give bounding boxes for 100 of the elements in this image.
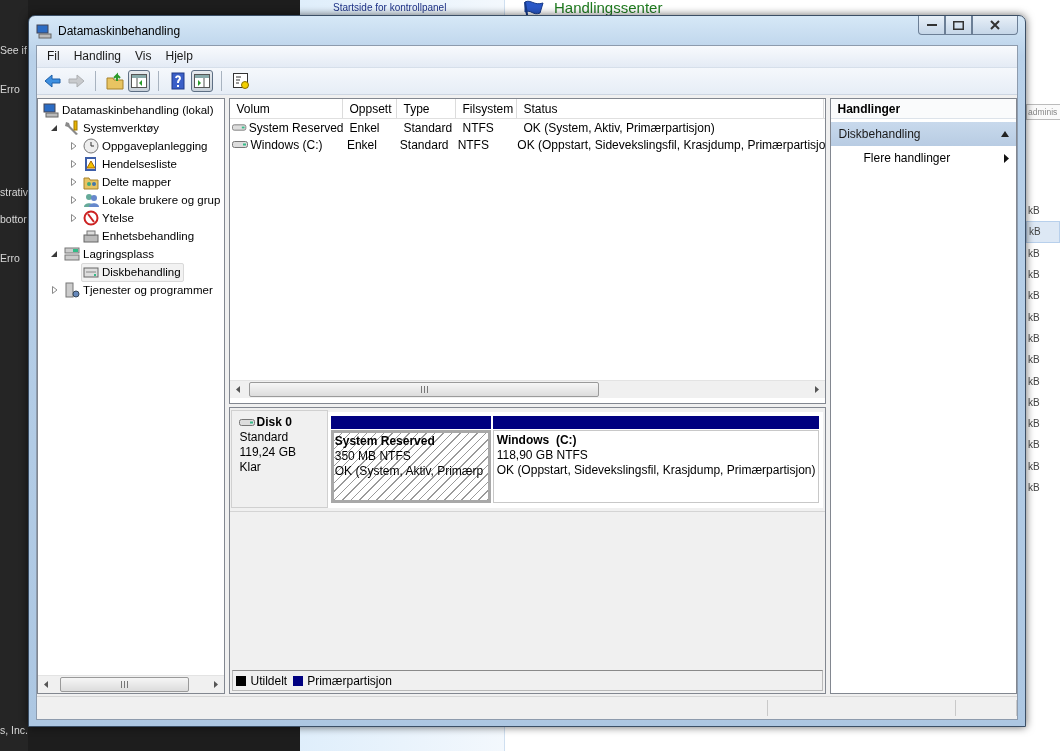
size-cell[interactable]: kB [1026,306,1060,328]
computer-icon [43,102,59,118]
table-cell-text: OK (System, Aktiv, Primærpartisjon) [522,120,715,135]
partition-status: OK (System, Aktiv, Primærp [334,464,485,479]
disk-drive-icon [239,418,256,427]
menu-item[interactable]: Handling [66,47,129,66]
tree-item[interactable]: Hendelsesliste [81,154,180,174]
table-cell-text: NTFS [461,120,495,135]
legend-label: Primærpartisjon [307,673,392,688]
text-line: s, Inc. [0,724,28,736]
computer-icon [36,22,52,39]
size-cell[interactable]: kB [1026,476,1060,499]
text-line: bottor [0,213,27,225]
device-icon [83,228,99,244]
partition-block[interactable]: System Reserved 350 MB NTFS OK (System, Aktiv, Primærp [330,430,491,503]
nav-link[interactable]: Startside for kontrollpanel [333,2,447,13]
tree-item[interactable]: Tjenester og programmer [62,280,216,300]
disk-type: Standard [239,430,290,445]
scrollbar-thumb[interactable] [60,677,190,692]
disk-status: Klar [239,460,262,475]
tree-item[interactable]: Enhetsbehandling [81,226,198,246]
pane-icon [130,72,148,90]
size-cell[interactable]: kB [1026,285,1060,307]
partition-block[interactable]: Windows (C:) 118,90 GB NTFS OK (Oppstart, Sidevekslingsfil, Krasjdump, Primærpartisjon) [492,430,820,503]
users-icon [83,192,99,208]
forward-arrow-icon [67,72,85,90]
section-heading[interactable]: Handlingssenter [554,0,663,16]
storage-icon [64,246,80,262]
submenu-arrow-icon [1004,153,1010,163]
collapse-arrow-icon [1000,130,1010,138]
tree-item[interactable]: Delte mapper [81,172,175,192]
partition-size: 118,90 GB NTFS [496,448,589,463]
action-item[interactable]: Flere handlinger [831,146,1016,170]
size-cell[interactable]: kB [1026,242,1060,264]
table-cell-text: NTFS [456,137,490,152]
size-cell[interactable]: kB [1026,370,1060,392]
tree-item[interactable]: Systemverktøy [62,118,163,138]
tree-item[interactable]: Datamaskinbehandling (lokal) [41,100,217,120]
grip-icon [120,681,130,688]
tree-item[interactable]: Ytelse [81,208,137,228]
properties-button[interactable] [230,70,252,92]
log-book-icon [83,156,99,172]
text-line: Erro [0,83,20,95]
partition-name: Windows (C:) [496,433,578,448]
menu-item[interactable]: Vis [128,47,159,66]
table-cell: Windows (C:) [250,137,323,152]
partition-name: System Reserved [334,434,436,449]
minimize-button[interactable] [918,16,945,35]
tree-item[interactable]: Lagringsplass [62,244,157,264]
action-pane-button[interactable] [191,70,213,92]
pane-icon [193,72,211,90]
size-cell[interactable]: kB [1026,434,1060,456]
partition-size: 350 MB NTFS [334,449,412,464]
drive-icon [232,140,249,149]
disk-name: Disk 0 [256,415,292,430]
size-cell[interactable]: kB [1026,391,1060,413]
table-cell-text: Standard [402,120,454,135]
search-field[interactable]: adminis [1026,104,1060,120]
maximize-button[interactable] [945,16,972,35]
size-cell[interactable]: kB [1026,200,1060,222]
maximize-icon [953,20,964,30]
table-cell-text: Standard [398,137,450,152]
menu-item[interactable]: Fil [40,47,67,66]
size-cell[interactable]: kB [1026,412,1060,435]
text-line: Erro [0,252,20,264]
table-cell-text: Enkel [345,137,378,152]
back-arrow-icon [43,72,61,90]
size-cell[interactable]: kB [1026,349,1060,371]
table-cell-text: Enkel [348,120,381,135]
size-cell[interactable]: kB [1026,327,1060,350]
disk-drive-icon [83,264,99,280]
clock-icon [83,138,99,154]
window-title: Datamaskinbehandling [58,23,181,38]
server-icon [64,282,80,298]
menu-item[interactable]: Hjelp [158,47,200,66]
size-cell[interactable]: kB [1026,263,1060,286]
help-icon [169,72,187,90]
drive-icon [232,123,247,132]
tree-item[interactable]: Lokale brukere og grup [81,190,224,210]
minimize-icon [926,24,937,26]
actions-section[interactable]: Diskbehandling [831,122,1016,146]
folder-up-icon [106,72,124,90]
actions-header: Handlinger [831,99,1016,119]
tree-item[interactable]: Oppgaveplanlegging [81,136,211,156]
properties-icon [232,72,250,90]
partition-status: OK (Oppstart, Sidevekslingsfil, Krasjdump, Primærpartisjon) [496,463,816,478]
size-cell[interactable]: kB [1026,455,1060,477]
tools-icon [64,120,80,136]
disk-size: 119,24 GB [239,445,297,460]
tree-item[interactable]: Diskbehandling [81,262,184,282]
close-button[interactable] [972,16,1018,35]
table-cell: System Reserved [248,120,344,135]
text-line: strativ [0,186,28,198]
console-tree-button[interactable] [128,70,150,92]
table-cell-text: OK (Oppstart, Sidevekslingsfil, Krasjdump, Primærpartisjo [516,137,826,152]
up-folder-button[interactable] [104,70,126,92]
close-icon [990,20,1000,30]
size-cell[interactable]: kB [1026,221,1060,243]
grip-icon [420,386,429,393]
scrollbar-thumb[interactable] [249,382,600,397]
